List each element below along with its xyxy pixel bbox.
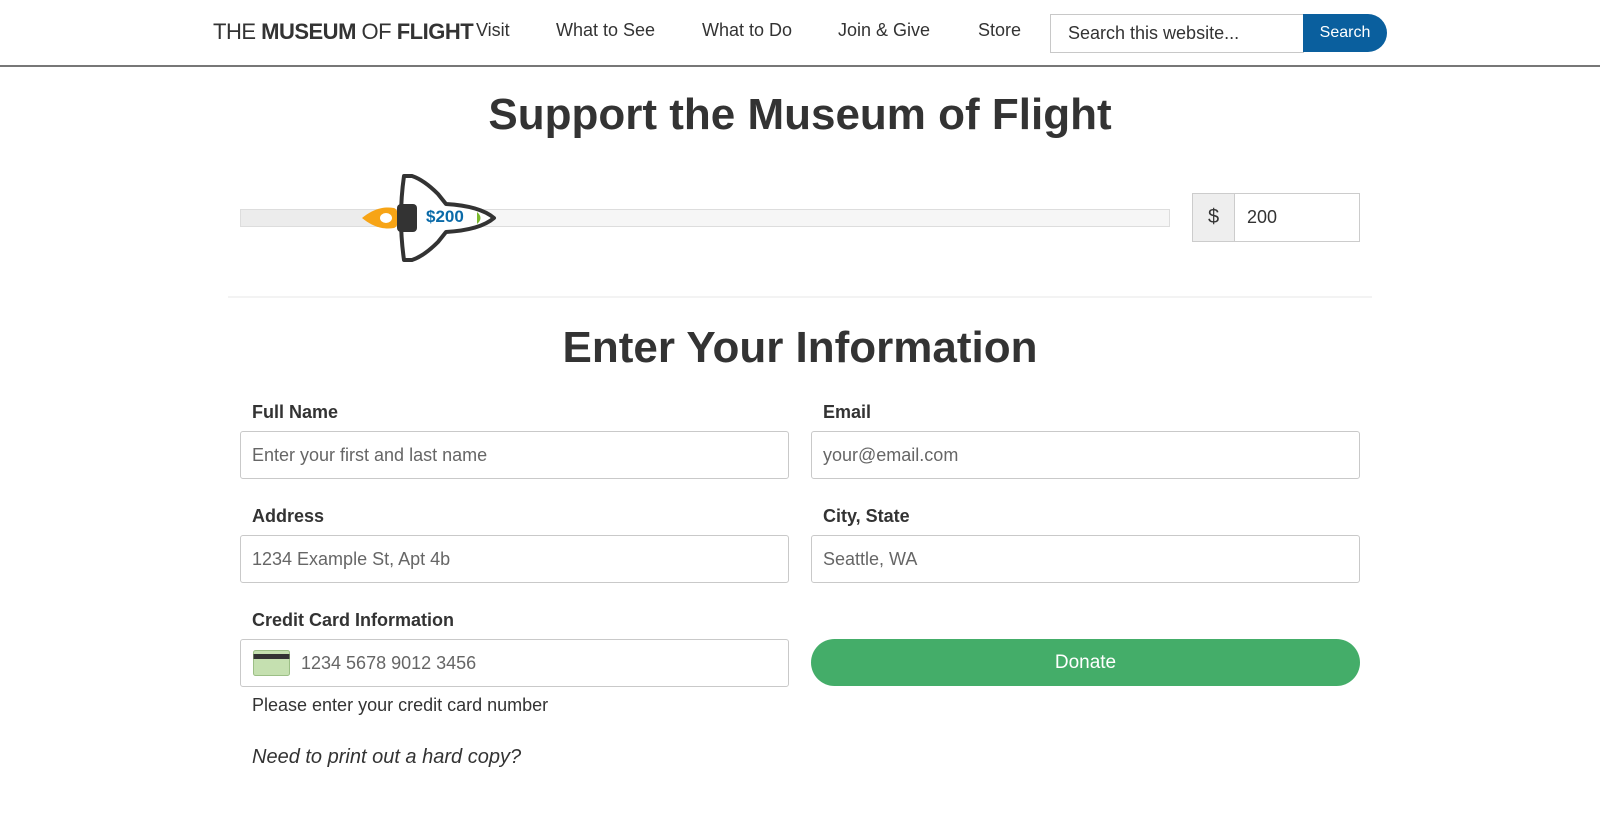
nav-item-store[interactable]: Store bbox=[978, 20, 1021, 41]
city-state-label: City, State bbox=[823, 506, 910, 526]
full-name-label: Full Name bbox=[252, 402, 339, 422]
museum-logo[interactable]: THE MUSEUM OF FLIGHT bbox=[213, 19, 474, 45]
nav-item-what-to-do[interactable]: What to Do bbox=[702, 20, 792, 41]
credit-card-label: Credit Card Information bbox=[252, 610, 455, 630]
full-name-field[interactable] bbox=[240, 431, 789, 479]
site-header: THE MUSEUM OF FLIGHT Visit What to See W… bbox=[0, 0, 1600, 67]
credit-card-help-text: Please enter your credit card number bbox=[252, 695, 549, 715]
nav-item-visit[interactable]: Visit bbox=[476, 20, 510, 41]
logo-flight: FLIGHT bbox=[396, 19, 474, 44]
flame-core bbox=[380, 213, 392, 223]
city-state-field[interactable] bbox=[811, 535, 1360, 583]
section-divider bbox=[228, 296, 1372, 298]
nav-item-join-give[interactable]: Join & Give bbox=[838, 20, 930, 41]
credit-card-icon bbox=[253, 650, 290, 676]
email-label: Email bbox=[823, 402, 872, 422]
logo-museum: MUSEUM bbox=[261, 19, 356, 44]
search-button[interactable]: Search bbox=[1303, 14, 1387, 52]
logo-the: THE bbox=[213, 19, 256, 44]
donation-amount-input[interactable] bbox=[1236, 194, 1359, 241]
email-field[interactable] bbox=[811, 431, 1360, 479]
currency-prefix: $ bbox=[1193, 194, 1235, 241]
search-input[interactable] bbox=[1050, 14, 1304, 53]
nav-item-what-to-see[interactable]: What to See bbox=[556, 20, 655, 41]
print-hard-copy-link[interactable]: Need to print out a hard copy? bbox=[252, 746, 521, 769]
logo-of: OF bbox=[361, 19, 392, 44]
credit-card-field-wrap bbox=[240, 639, 789, 687]
engine-block bbox=[397, 204, 417, 232]
address-field[interactable] bbox=[240, 535, 789, 583]
donate-button[interactable]: Donate bbox=[811, 639, 1360, 686]
info-title: Enter Your Information bbox=[562, 323, 1038, 372]
support-title: Support the Museum of Flight bbox=[488, 90, 1112, 139]
address-label: Address bbox=[252, 506, 325, 526]
slider-amount-label: $200 bbox=[426, 207, 464, 226]
amount-input-group: $ bbox=[1192, 193, 1360, 242]
credit-card-field[interactable] bbox=[301, 640, 781, 686]
